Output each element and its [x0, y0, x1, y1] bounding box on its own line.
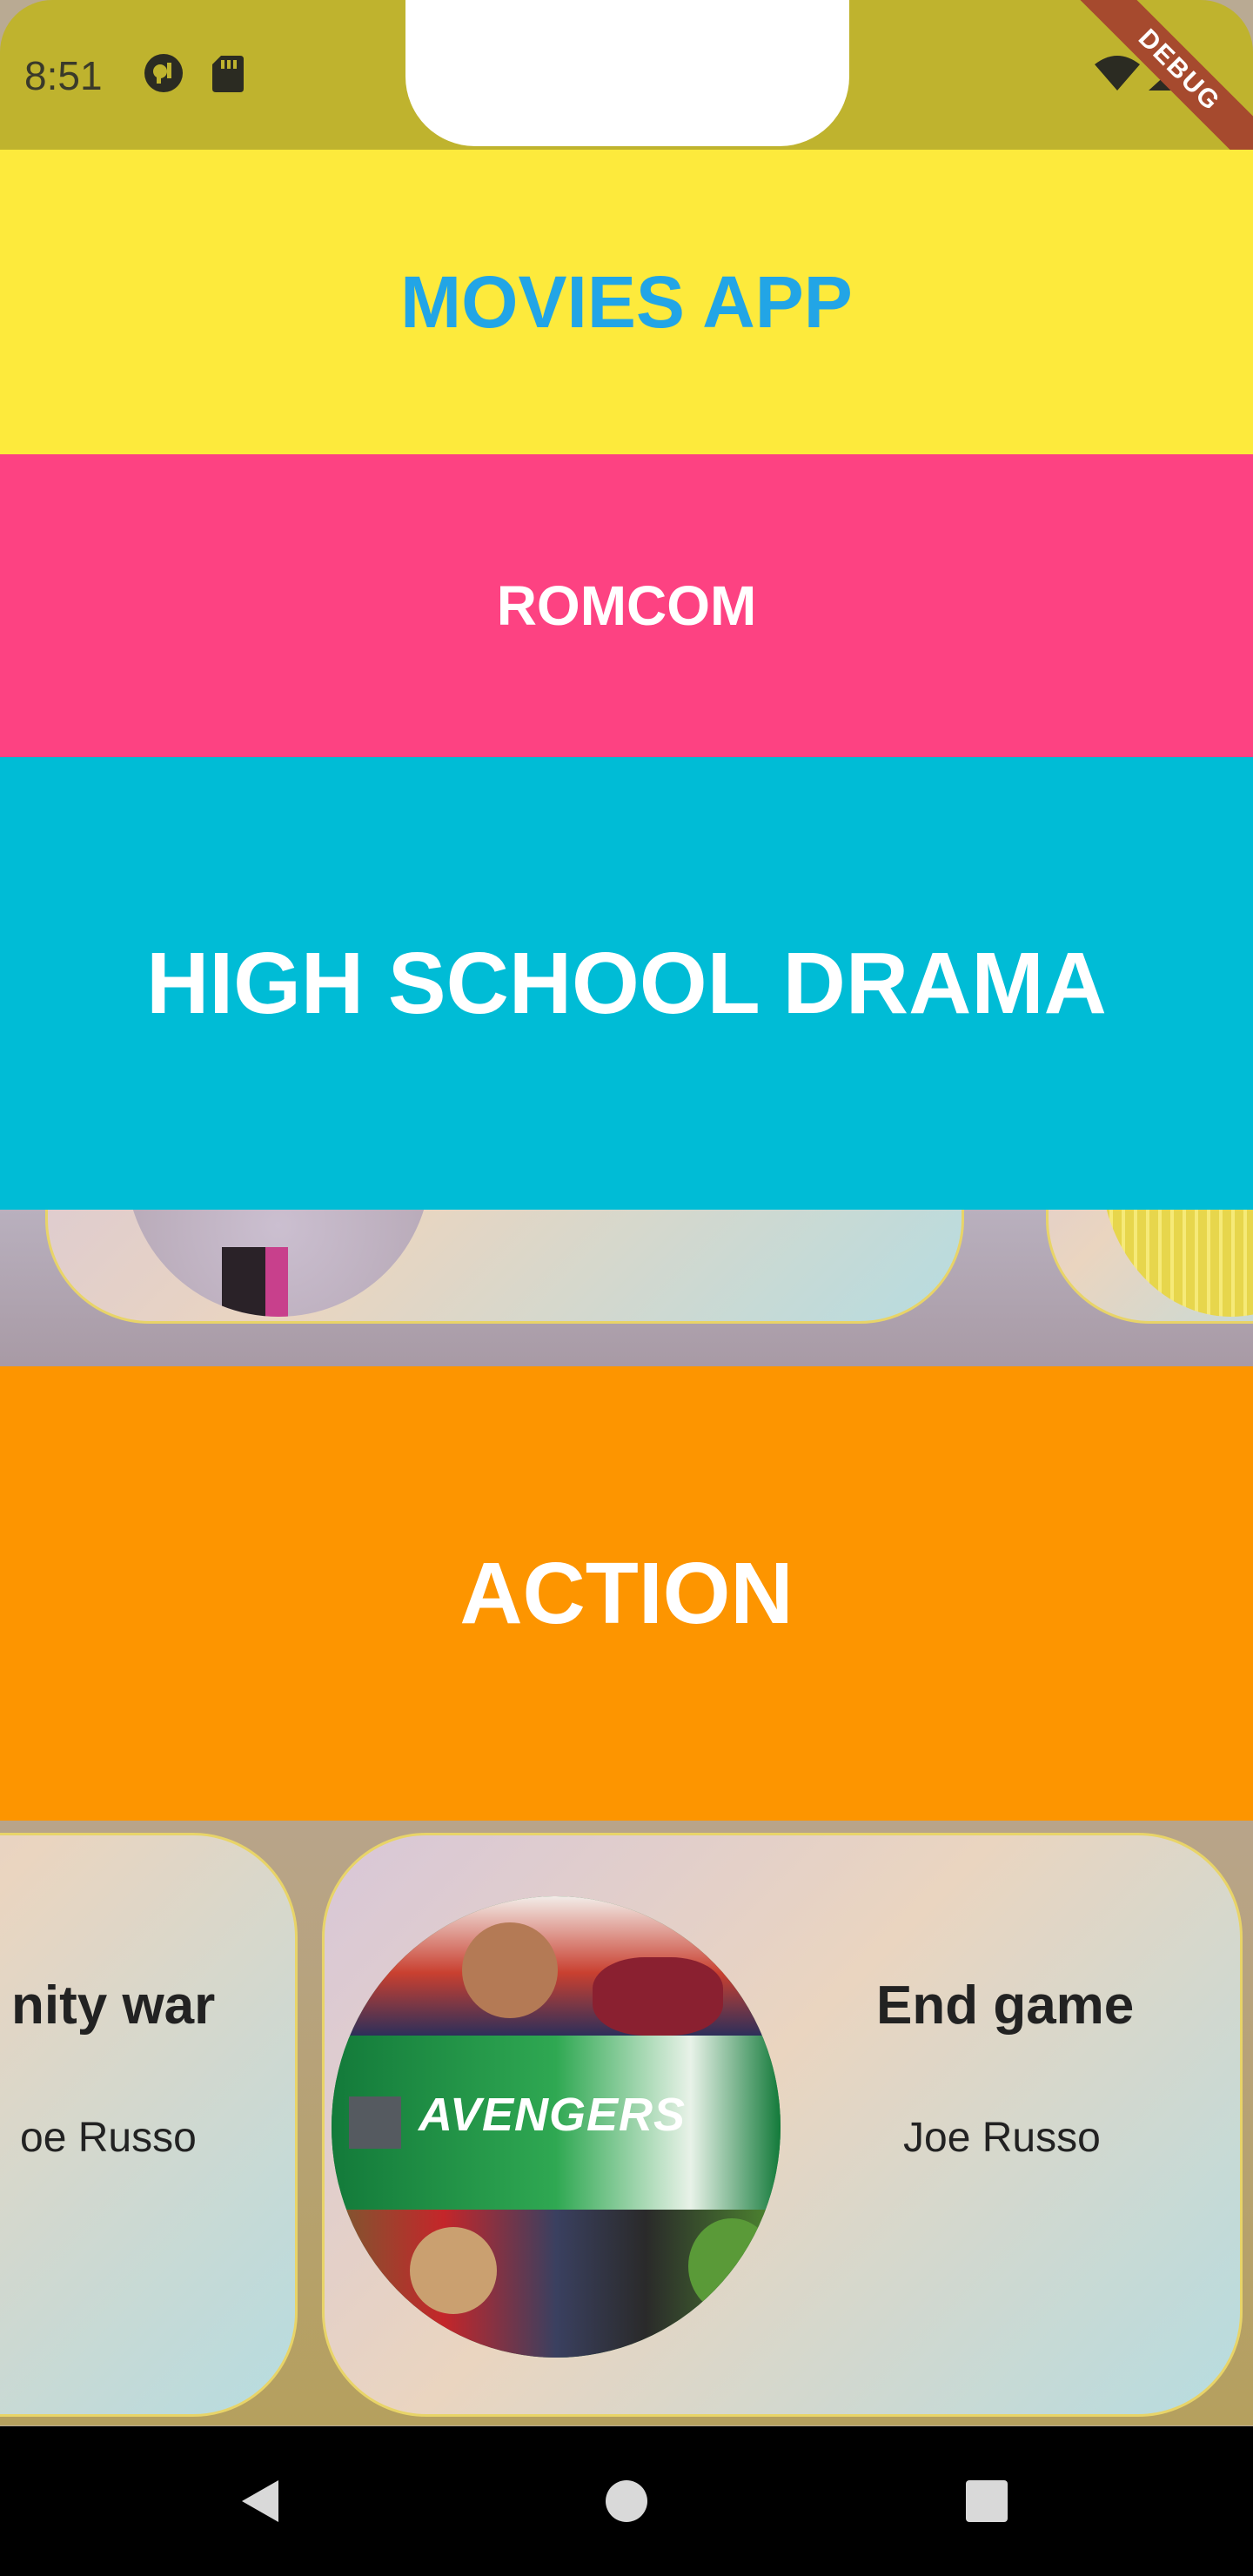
movie-title: End game — [876, 1976, 1135, 2036]
movie-poster — [126, 1210, 431, 1317]
movie-card[interactable]: nity war oe Russo — [0, 1833, 298, 2417]
app-title: MOVIES APP — [400, 260, 853, 343]
movie-poster: AVENGERS — [332, 1896, 781, 2358]
app-title-bar: MOVIES APP — [0, 150, 1253, 454]
wifi-icon — [1095, 56, 1140, 91]
home-icon[interactable] — [604, 2479, 649, 2524]
romcom-section-header: ROMCOM — [0, 454, 1253, 757]
movie-title: nity war — [11, 1976, 216, 2036]
movie-card[interactable] — [45, 1210, 964, 1324]
high-school-drama-section-title: HIGH SCHOOL DRAMA — [146, 934, 1107, 1032]
status-time: 8:51 — [24, 53, 103, 98]
high-school-drama-carousel[interactable] — [0, 1210, 1253, 1366]
sd-card-icon — [212, 56, 244, 92]
display-notch — [405, 0, 849, 146]
back-icon[interactable] — [237, 2477, 285, 2526]
action-section-header: ACTION — [0, 1366, 1253, 1821]
movie-poster — [1101, 1210, 1253, 1317]
movie-director: Joe Russo — [903, 2115, 1101, 2161]
movie-director: oe Russo — [20, 2115, 197, 2161]
system-navigation-bar — [0, 2426, 1253, 2576]
romcom-section-title: ROMCOM — [496, 574, 757, 637]
high-school-drama-section-header: HIGH SCHOOL DRAMA — [0, 757, 1253, 1210]
action-carousel[interactable]: nity war oe Russo AVENGERS End game Joe … — [0, 1821, 1253, 2425]
movie-card[interactable] — [1046, 1210, 1253, 1324]
action-section-title: ACTION — [459, 1544, 794, 1642]
podcast-icon — [144, 54, 183, 92]
movie-card[interactable]: AVENGERS End game Joe Russo — [322, 1833, 1243, 2417]
recents-icon[interactable] — [964, 2479, 1009, 2524]
